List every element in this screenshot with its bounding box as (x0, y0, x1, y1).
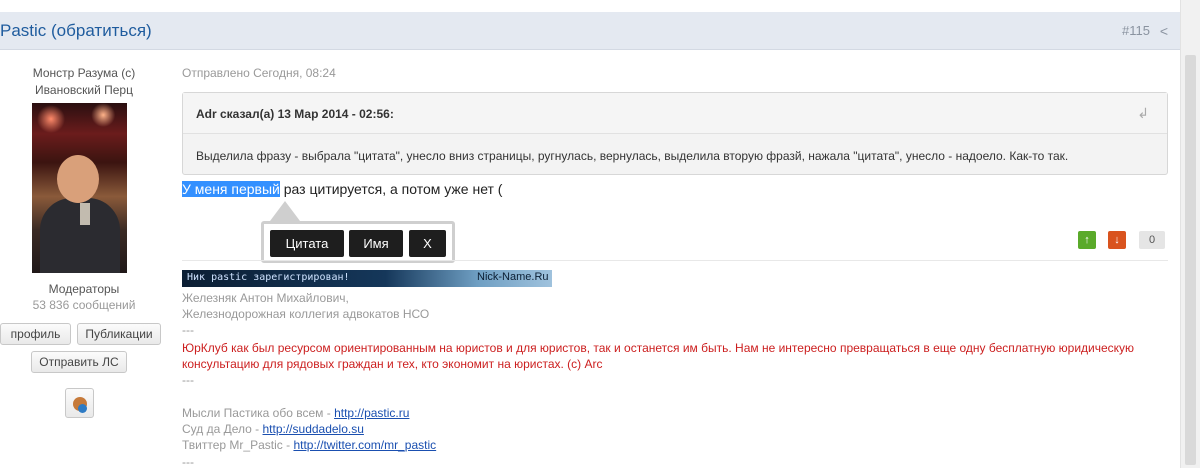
posted-date: Отправлено Сегодня, 08:24 (182, 66, 336, 80)
signature-divider (182, 260, 1168, 261)
quote-button[interactable]: Цитата (270, 230, 344, 257)
selected-text[interactable]: У меня первый (182, 181, 280, 197)
signature-link-row: Мысли Пастика обо всем - http://pastic.r… (182, 406, 409, 420)
share-icon[interactable]: < (1160, 23, 1168, 39)
user-actions-button[interactable] (65, 388, 94, 418)
profile-button[interactable]: профиль (0, 323, 71, 345)
quote-text: Выделила фразу - выбрала "цитата", унесл… (196, 149, 1069, 163)
signature-red-text: ЮрКлуб как был ресурсом ориентированным … (182, 341, 1135, 371)
signature-banner[interactable]: Ник pastic зарегистрирован! Nick-Name.Ru (182, 270, 552, 287)
top-gap (0, 0, 1180, 12)
signature-link-label: Суд да Дело - (182, 422, 263, 436)
signature-link-label: Мысли Пастика обо всем - (182, 406, 335, 420)
signature-line-org: Железнодорожная коллегия адвокатов НСО (182, 307, 430, 321)
quote-block: Adr сказал(а) 13 Мар 2014 - 02:56: ↲ Выд… (182, 92, 1168, 175)
popup-arrow (270, 201, 300, 221)
post-message: У меня первый раз цитируется, а потом уж… (182, 181, 502, 197)
signature-separator: --- (182, 373, 194, 387)
user-title-line2: Ивановский Перц (35, 83, 133, 97)
post-header: Pastic (обратиться) #115 < (0, 12, 1180, 50)
author-link[interactable]: Pastic (обратиться) (0, 21, 152, 41)
publications-button[interactable]: Публикации (77, 323, 161, 345)
avatar-face (57, 155, 99, 203)
twitter-link[interactable]: http://twitter.com/mr_pastic (293, 438, 436, 452)
banner-left-text: Ник pastic зарегистрирован! (187, 272, 350, 283)
user-info-column: Монстр Разума (с) Ивановский Перц Модера… (0, 50, 168, 468)
user-group: Модераторы (48, 282, 120, 296)
avatar[interactable] (32, 103, 127, 273)
return-arrow-icon[interactable]: ↲ (1137, 105, 1149, 122)
post-number[interactable]: #115 (1122, 23, 1150, 38)
name-button[interactable]: Имя (349, 230, 403, 257)
scrollbar[interactable] (1180, 0, 1200, 468)
user-title-line1: Монстр Разума (с) (32, 66, 136, 80)
signature-link-row: Твиттер Mr_Pastic - http://twitter.com/m… (182, 438, 436, 452)
close-button[interactable]: X (409, 230, 446, 257)
pastic-link[interactable]: http://pastic.ru (334, 406, 409, 420)
signature-link-row: Суд да Дело - http://suddadelo.su (182, 422, 364, 436)
vote-down-button[interactable]: ↓ (1108, 231, 1126, 249)
signature-separator: --- (182, 323, 194, 337)
suddadelo-link[interactable]: http://suddadelo.su (263, 422, 364, 436)
avatar-lights (32, 103, 127, 143)
signature-line-name: Железняк Антон Михайлович, (182, 291, 349, 305)
user-post-count: 53 836 сообщений (32, 298, 136, 312)
signature-link-label: Твиттер Mr_Pastic - (182, 438, 294, 452)
vote-up-button[interactable]: ↑ (1078, 231, 1096, 249)
banner-right-text: Nick-Name.Ru (477, 271, 549, 283)
scrollbar-thumb[interactable] (1185, 55, 1196, 465)
quote-header: Adr сказал(а) 13 Мар 2014 - 02:56: ↲ (183, 93, 1167, 134)
user-icon (72, 396, 87, 413)
send-pm-button[interactable]: Отправить ЛС (31, 351, 127, 373)
reputation-score: 0 (1139, 231, 1165, 249)
message-text: раз цитируется, а потом уже нет ( (279, 181, 503, 197)
quote-title: Adr сказал(а) 13 Мар 2014 - 02:56: (196, 107, 394, 121)
avatar-glass (80, 203, 90, 225)
quote-popup: Цитата Имя X (261, 221, 455, 263)
signature-separator: --- (182, 455, 194, 469)
